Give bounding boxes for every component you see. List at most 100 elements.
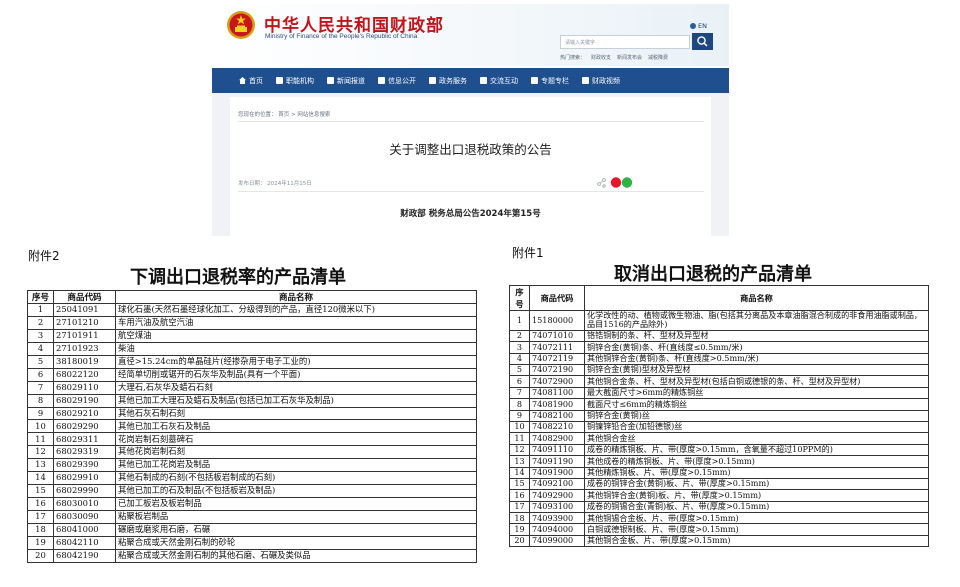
product-code: 38180019 [53,354,116,369]
product-name: 截面尺寸≤6mm的精炼铜丝 [584,398,929,411]
row-index: 1 [27,303,54,317]
folder-icon [531,77,538,84]
search-button[interactable] [692,33,713,50]
row-index: 13 [27,458,54,473]
row-index: 20 [509,534,530,548]
product-code: 74093900 [529,512,585,525]
table-row: 7 74081100 最大截面尺寸>6mm的精炼铜丝 [509,386,929,400]
row-index: 13 [509,455,530,468]
nav-item-home[interactable]: 首页 [239,76,263,86]
nav-item-interaction[interactable]: 交流互动 [480,76,518,86]
nav-item-departments[interactable]: 职能机构 [276,76,314,86]
annex-2-title: 下调出口退税率的产品清单 [130,267,346,288]
row-index: 11 [27,432,54,447]
breadcrumb[interactable]: 您现在的位置： 首页 > 网站信息搜索 [238,110,330,118]
product-code: 74082100 [529,409,585,422]
product-code: 25041091 [53,303,116,317]
table-row: 1 25041091 球化石墨(天然石墨经球化加工、分级得到的产品，直径120微米以… [27,303,477,317]
english-link-label: EN [698,22,707,30]
table-row: 4 27101923 柴油 [27,341,477,356]
nav-label: 专题专栏 [541,76,569,85]
globe-icon [690,23,696,29]
column-header: 商品名称 [584,285,929,311]
nav-label: 政务服务 [439,76,467,85]
annex-2-table: 序号 商品代码 商品名称 1 25041091 球化石墨(天然石墨经球化加工、分级得… [27,290,477,563]
product-code: 74072111 [529,341,585,354]
hot-search-words: 热门搜索： 财政收支 新闻发布会 减税降费 [560,54,674,61]
table-row: 12 74091110 成卷的精炼铜板、片、带(厚度>0.15mm，含氧量不超过10… [509,443,929,457]
video-icon [582,77,589,84]
column-header: 序号 [509,285,530,311]
product-code: 74081100 [529,386,585,400]
product-code: 74071010 [529,329,585,343]
product-code: 15180000 [529,310,585,331]
table-row: 19 74094000 白铜或德银制板、片、带(厚度>0.15mm) [509,523,929,536]
row-index: 6 [509,375,530,388]
product-code: 74099000 [529,534,585,548]
column-header: 商品代码 [53,290,116,304]
table-row: 12 68029319 其他花岗岩制石刻 [27,445,477,460]
product-name: 碾磨或磨浆用石磨，石碾 [115,522,477,537]
share-icon[interactable] [597,178,606,188]
table-row: 2 27101210 车用汽油及航空汽油 [27,315,477,330]
row-index: 4 [27,341,54,356]
table-row: 2 74071010 铬锆铜制的条、杆、型材及异型材 [509,329,929,343]
newspaper-icon [327,77,334,84]
row-index: 9 [27,406,54,421]
hot-search-link[interactable]: 新闻发布会 [617,55,642,61]
product-code: 74091190 [529,455,585,468]
table-row: 19 68042110 粘聚合成或天然金刚石制的砂轮 [27,535,477,550]
product-code: 68029319 [53,445,116,460]
product-name: 其他铜锌合金(黄铜)板、片、带(厚度>0.15mm) [584,489,929,502]
product-name: 其他铜锡合金板、片、带(厚度>0.15mm) [584,512,929,525]
row-index: 18 [509,512,530,525]
row-index: 16 [509,489,530,502]
hot-search-label: 热门搜索： [560,55,586,61]
hot-search-link[interactable]: 减税降费 [648,55,668,61]
product-name: 成卷的铜锌合金(黄铜)板、片、带(厚度>0.15mm) [584,477,929,491]
table-row: 20 68042190 粘聚合成或天然金刚石制的其他石磨、石碾及类似品 [27,548,477,563]
row-index: 19 [509,523,530,536]
table-row: 6 68022120 经简单切削或锯开的石灰华及制品(具有一个平面) [27,367,477,382]
product-name: 大理石,石灰华及蜡石石刻 [115,380,477,395]
product-code: 74072119 [529,352,585,366]
annex-2-label: 附件2 [28,249,60,263]
table-row: 17 74093100 成卷的铜锡合金(青铜)板、片、带(厚度>0.15mm) [509,500,929,514]
nav-item-services[interactable]: 政务服务 [429,76,467,86]
product-code: 68022120 [53,367,116,382]
nav-item-topics[interactable]: 专题专栏 [531,76,569,86]
english-version-link[interactable]: EN [690,22,707,30]
annex-1-label: 附件1 [512,246,544,260]
product-name: 其他石制成的石刻(不包括板岩制成的石刻) [115,471,477,486]
nav-item-news[interactable]: 新闻报道 [327,76,365,86]
table-row: 4 74072119 其他铜锌合金(黄铜)条、杆(直线度>0.5mm/米) [509,352,929,366]
table-row: 16 74092900 其他铜锌合金(黄铜)板、片、带(厚度>0.15mm) [509,489,929,502]
product-code: 68029290 [53,419,116,434]
building-icon [276,77,283,84]
product-code: 74082900 [529,432,585,445]
row-index: 14 [509,466,530,479]
wechat-icon[interactable] [621,177,633,188]
nav-item-disclosure[interactable]: 信息公开 [378,76,416,86]
table-row: 11 74082900 其他铜合金丝 [509,432,929,445]
product-name: 经简单切削或锯开的石灰华及制品(具有一个平面) [115,367,477,382]
national-emblem-icon [227,11,255,39]
nav-label: 首页 [249,76,263,85]
hot-search-link[interactable]: 财政收支 [591,55,611,61]
nav-item-videos[interactable]: 财政视频 [582,76,620,86]
table-row: 20 74099000 其他铜合金板、片、带(厚度>0.15mm) [509,534,929,548]
article-title: 关于调整出口退税政策的公告 [389,142,552,157]
search-input[interactable]: 请输入关键字 [560,35,690,49]
weibo-icon[interactable] [610,177,622,188]
divider [238,121,704,122]
product-name: 化学改性的动、植物或微生物油、脂(包括其分离品及本章油脂混合制成的非食用油脂或制… [584,310,929,331]
product-name: 其他铜合金丝 [584,432,929,445]
table-row: 1 15180000 化学改性的动、植物或微生物油、脂(包括其分离品及本章油脂混合制… [509,310,929,331]
product-code: 27101923 [53,341,116,356]
table-row: 18 74093900 其他铜锡合金板、片、带(厚度>0.15mm) [509,512,929,525]
product-code: 68029311 [53,432,116,447]
table-row: 11 68029311 花岗岩制石刻墓碑石 [27,432,477,447]
table-row: 17 68030090 粘聚板岩制品 [27,510,477,524]
table-header-row: 序号 商品代码 商品名称 [509,285,929,311]
mof-webpage-screenshot: 中华人民共和国财政部 Ministry of Finance of the Pe… [212,4,729,236]
